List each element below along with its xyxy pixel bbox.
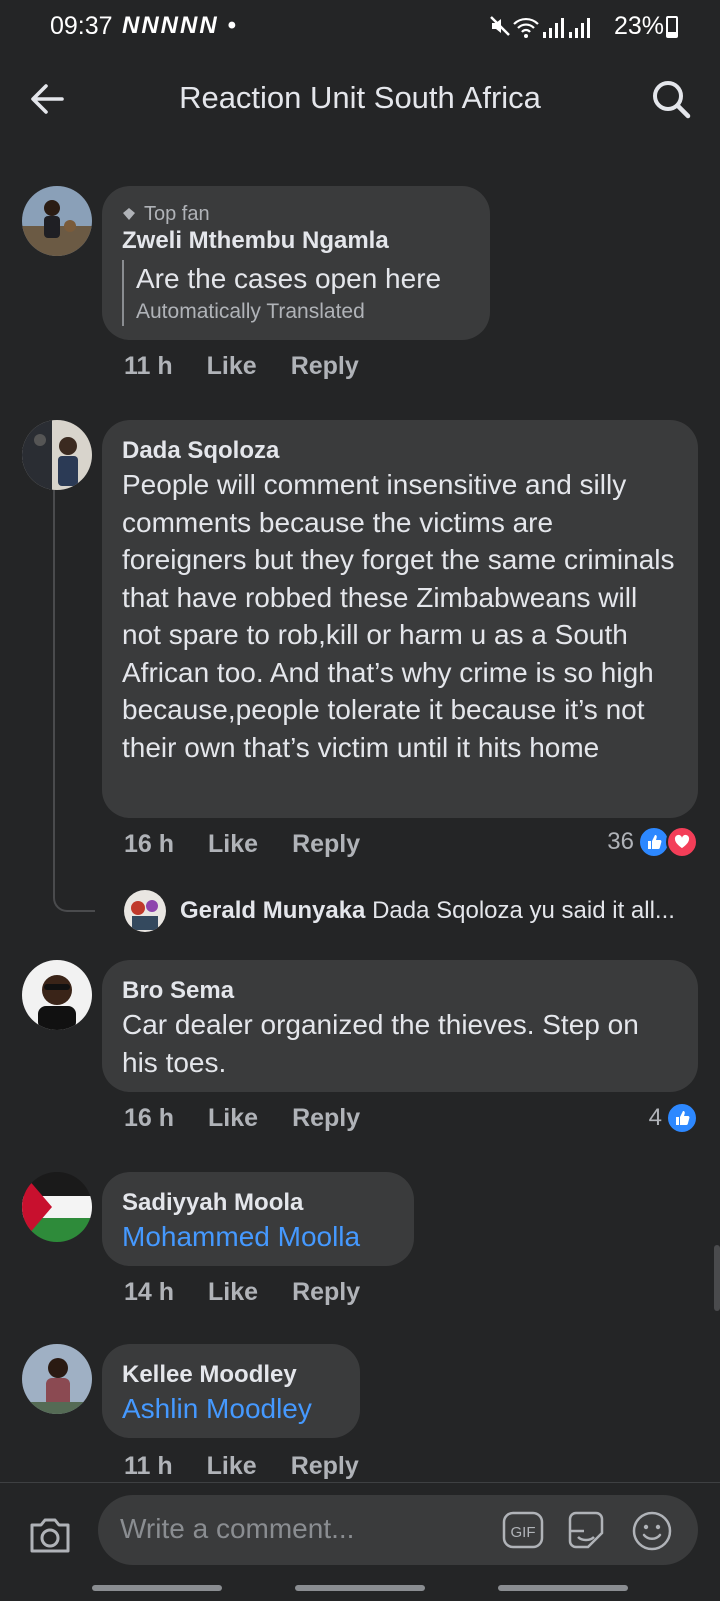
battery-percent: 23% — [613, 12, 664, 40]
like-button[interactable]: Like — [208, 1104, 258, 1133]
comment-time: 16 h — [124, 1104, 175, 1132]
comment-bubble[interactable]: Sadiyyah Moola Mohammed Moolla — [102, 1172, 414, 1266]
avatar[interactable] — [22, 186, 92, 256]
comment-bubble[interactable]: Bro Sema Car dealer organized the thieve… — [102, 960, 698, 1092]
status-time: 09:37 — [50, 12, 113, 40]
header: Reaction Unit South Africa — [0, 52, 720, 144]
diamond-icon — [123, 208, 135, 220]
comment-actions: 11 h Like Reply — [124, 352, 359, 381]
signal-icon — [543, 18, 564, 38]
reply-button[interactable]: Reply — [292, 830, 360, 859]
avatar[interactable] — [22, 960, 92, 1030]
mention-link[interactable]: Mohammed Moolla — [122, 1218, 394, 1255]
comment-author[interactable]: Bro Sema — [122, 976, 678, 1006]
sticker-icon[interactable] — [564, 1509, 608, 1553]
reply-author[interactable]: Gerald Munyaka — [180, 897, 365, 924]
comment-time: 11 h — [124, 352, 173, 380]
comment-text: Are the cases open here — [136, 263, 442, 294]
reaction-summary[interactable]: 4 — [649, 1102, 698, 1134]
avatar[interactable] — [22, 1172, 92, 1242]
comment-author[interactable]: Kellee Moodley — [122, 1360, 340, 1390]
reply-button[interactable]: Reply — [291, 1452, 359, 1481]
battery-icon — [666, 16, 678, 38]
reaction-count: 4 — [648, 1104, 662, 1131]
comment-input-placeholder: Write a comment... — [120, 1513, 355, 1544]
emoji-icon[interactable] — [630, 1509, 674, 1553]
translated-note[interactable]: Automatically Translated — [136, 298, 470, 326]
comment-actions: 16 h Like Reply — [124, 830, 360, 859]
comment-bubble[interactable]: Top fan Zweli Mthembu Ngamla Are the cas… — [102, 186, 490, 340]
badge-label: Top fan — [144, 203, 210, 225]
search-icon[interactable] — [646, 74, 696, 124]
gif-label: GIF — [511, 1524, 536, 1541]
like-button[interactable]: Like — [207, 1452, 257, 1481]
like-button[interactable]: Like — [207, 352, 257, 381]
scrollbar[interactable] — [714, 1245, 720, 1311]
signal-icon-2 — [569, 18, 590, 38]
comment-text: Car dealer organized the thieves. Step o… — [122, 1009, 639, 1078]
reply-preview[interactable]: Gerald Munyaka Dada Sqoloza yu said it a… — [124, 890, 675, 932]
wifi-icon — [513, 17, 539, 38]
like-button[interactable]: Like — [208, 830, 258, 859]
reply-snippet: Dada Sqoloza yu said it all... — [372, 897, 675, 924]
reply-button[interactable]: Reply — [291, 352, 359, 381]
nav-bar-pill — [295, 1585, 425, 1591]
translated-block: Are the cases open here Automatically Tr… — [122, 260, 470, 326]
like-button[interactable]: Like — [208, 1278, 258, 1307]
mute-icon — [490, 16, 510, 36]
nav-bar-pill — [92, 1585, 222, 1591]
comment-actions: 14 h Like Reply — [124, 1278, 360, 1307]
comment-composer: Write a comment... GIF — [0, 1482, 720, 1601]
like-reaction-icon — [666, 1102, 698, 1134]
comment-time: 14 h — [124, 1278, 175, 1306]
page-title: Reaction Unit South Africa — [179, 80, 541, 115]
avatar[interactable] — [22, 420, 92, 490]
comment-actions: 16 h Like Reply — [124, 1104, 360, 1133]
thread-line — [53, 482, 95, 912]
reaction-summary[interactable]: 36 — [607, 826, 698, 858]
comment-input[interactable]: Write a comment... GIF — [98, 1495, 698, 1565]
gif-icon[interactable]: GIF — [502, 1509, 544, 1551]
comment-actions: 11 h Like Reply — [124, 1452, 359, 1481]
top-fan-badge: Top fan — [122, 202, 470, 226]
comment-bubble[interactable]: Dada Sqoloza People will comment insensi… — [102, 420, 698, 818]
avatar[interactable] — [22, 1344, 92, 1414]
comment-author[interactable]: Zweli Mthembu Ngamla — [122, 226, 470, 256]
comment-text: People will comment insensitive and sill… — [122, 469, 675, 763]
camera-icon[interactable] — [26, 1511, 74, 1559]
reply-button[interactable]: Reply — [292, 1104, 360, 1133]
reply-button[interactable]: Reply — [292, 1278, 360, 1307]
status-bar: 09:37 NNNNN • 23% — [0, 0, 720, 52]
comment-author[interactable]: Sadiyyah Moola — [122, 1188, 394, 1218]
mention-link[interactable]: Ashlin Moodley — [122, 1390, 340, 1427]
comment-author[interactable]: Dada Sqoloza — [122, 436, 678, 466]
nav-bar-pill — [498, 1585, 628, 1591]
comment-bubble[interactable]: Kellee Moodley Ashlin Moodley — [102, 1344, 360, 1438]
love-reaction-icon — [666, 826, 698, 858]
notification-icons: NNNNN • — [122, 12, 238, 39]
reaction-count: 36 — [607, 828, 634, 855]
avatar[interactable] — [124, 890, 166, 932]
comment-time: 11 h — [124, 1452, 173, 1480]
comment-time: 16 h — [124, 830, 175, 858]
